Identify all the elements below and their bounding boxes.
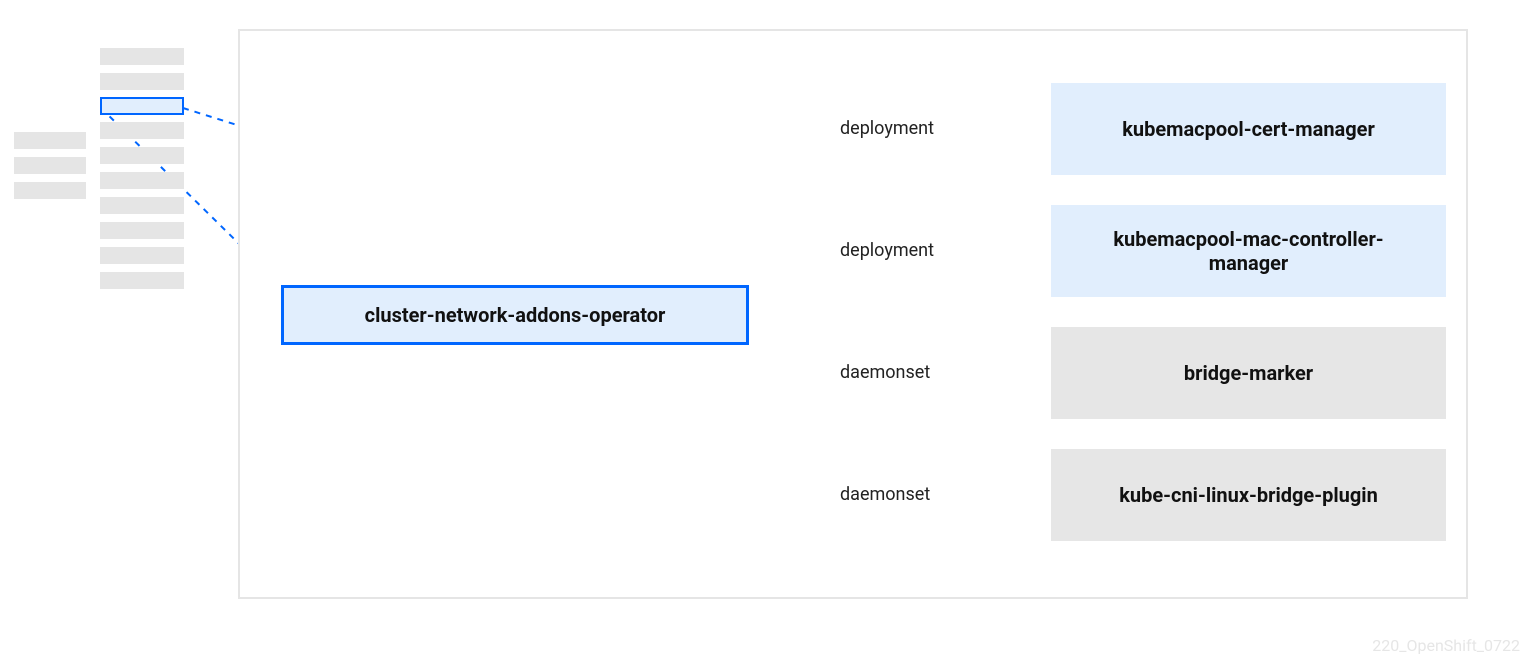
footer-id: 220_OpenShift_0722	[1372, 636, 1520, 655]
target-label: kubemacpool-mac-controller-manager	[1081, 227, 1416, 275]
target-label: kubemacpool-cert-manager	[1122, 117, 1375, 141]
mini-block	[100, 172, 184, 189]
mini-block	[100, 147, 184, 164]
target-label: kube-cni-linux-bridge-plugin	[1119, 483, 1378, 507]
mini-block	[100, 247, 184, 264]
target-label: bridge-marker	[1184, 361, 1313, 385]
diagram-canvas: cluster-network-addons-operator deployme…	[0, 0, 1520, 660]
edge-label: deployment	[840, 118, 934, 139]
target-box: bridge-marker	[1051, 327, 1446, 419]
target-box: kubemacpool-mac-controller-manager	[1051, 205, 1446, 297]
mini-block	[100, 272, 184, 289]
target-box: kube-cni-linux-bridge-plugin	[1051, 449, 1446, 541]
mini-highlight-block	[100, 97, 184, 115]
mini-block	[14, 132, 86, 149]
mini-block	[100, 222, 184, 239]
target-box: kubemacpool-cert-manager	[1051, 83, 1446, 175]
operator-label: cluster-network-addons-operator	[365, 303, 666, 327]
mini-block	[100, 122, 184, 139]
edge-label: daemonset	[840, 362, 930, 383]
mini-block	[14, 182, 86, 199]
mini-block	[100, 197, 184, 214]
edge-label: daemonset	[840, 484, 930, 505]
mini-block	[14, 157, 86, 174]
operator-box: cluster-network-addons-operator	[281, 285, 749, 345]
mini-block	[100, 73, 184, 90]
mini-block	[100, 48, 184, 65]
edge-label: deployment	[840, 240, 934, 261]
